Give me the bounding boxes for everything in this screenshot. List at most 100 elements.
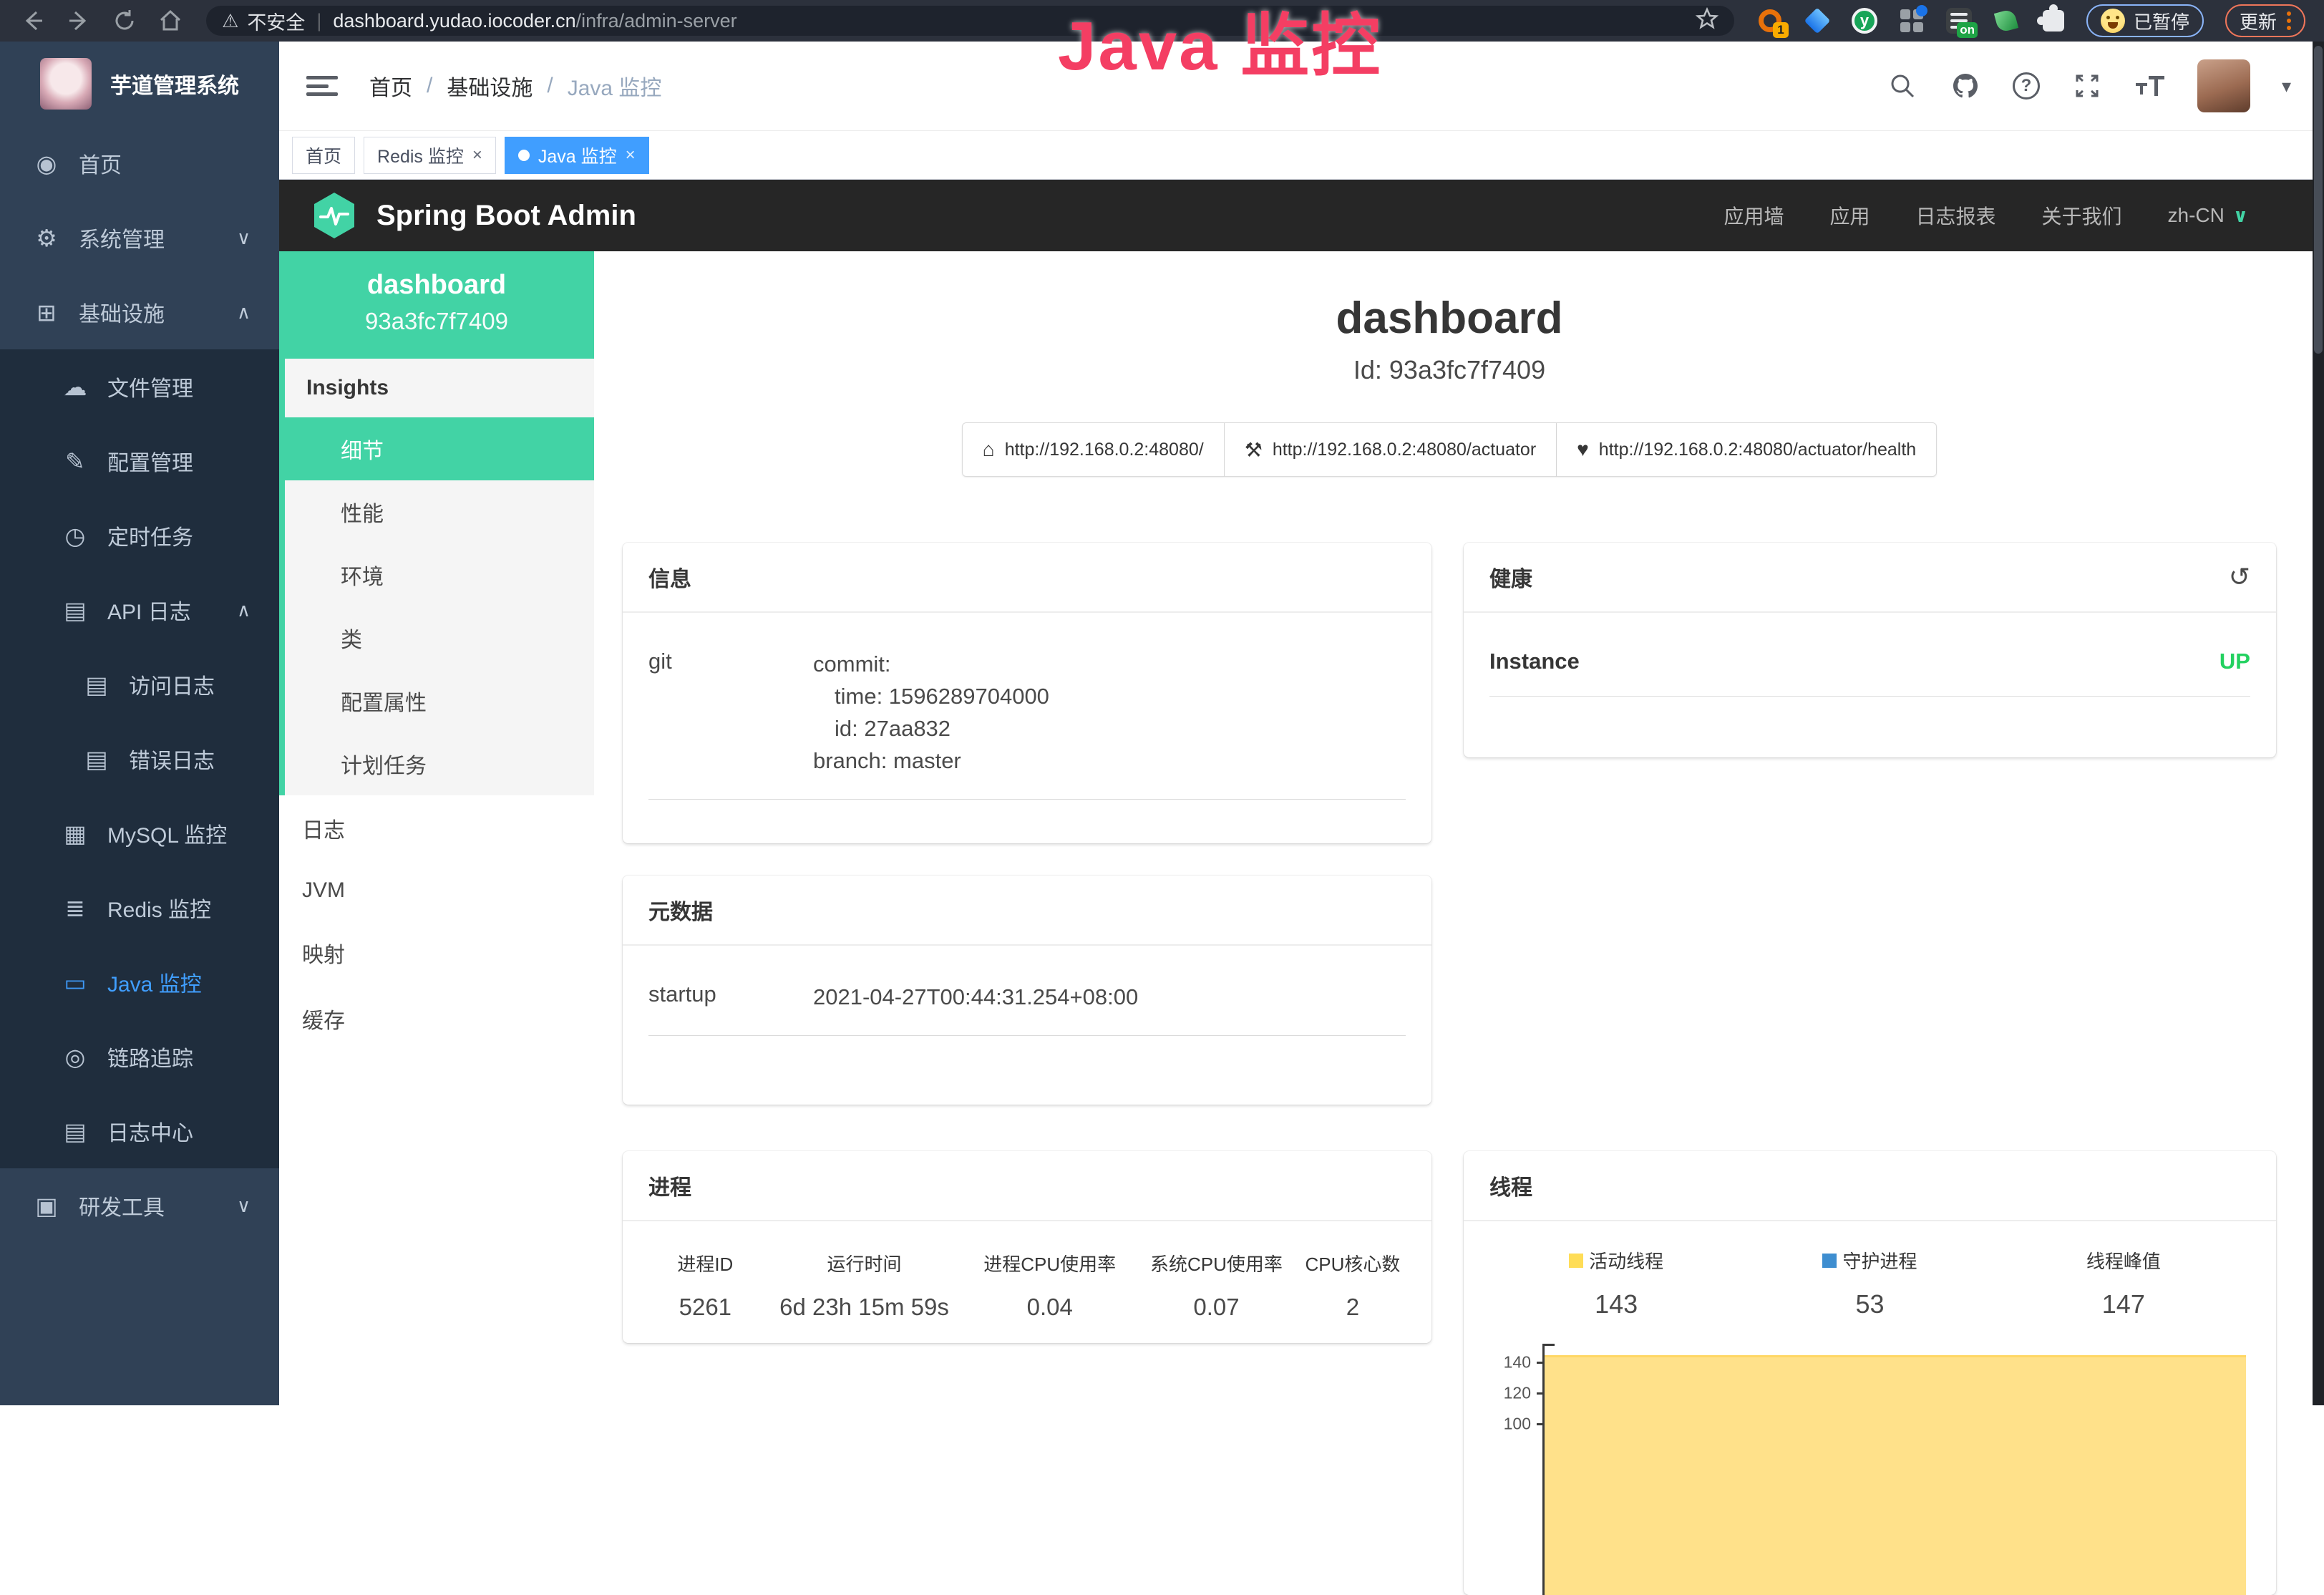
- scrollbar-thumb[interactable]: [2314, 46, 2323, 354]
- back-icon[interactable]: [19, 6, 47, 35]
- sidebar-item-file-management[interactable]: ☁ 文件管理: [0, 349, 279, 424]
- help-icon[interactable]: ?: [2013, 72, 2040, 100]
- reload-icon[interactable]: [110, 6, 139, 35]
- extension-leaf-icon[interactable]: [1992, 6, 2021, 35]
- paused-label: 已暂停: [2134, 8, 2189, 34]
- sba-item-scheduled[interactable]: 计划任务: [285, 732, 594, 795]
- sba-item-jvm[interactable]: JVM: [279, 861, 594, 920]
- close-icon[interactable]: ×: [472, 145, 482, 165]
- extension-gem-icon[interactable]: [1803, 6, 1832, 35]
- extension-list-icon[interactable]: on: [1945, 6, 1973, 35]
- sba-item-classes[interactable]: 类: [285, 606, 594, 669]
- font-size-icon[interactable]: [2134, 70, 2166, 102]
- tab-label: Java 监控: [538, 142, 617, 168]
- sba-item-metrics[interactable]: 性能: [285, 480, 594, 543]
- sidebar-item-scheduled-tasks[interactable]: ◷ 定时任务: [0, 498, 279, 573]
- close-icon[interactable]: ×: [626, 145, 636, 165]
- sidebar-item-error-logs[interactable]: ▤ 错误日志: [0, 722, 279, 796]
- main-column: 首页 / 基础设施 / Java 监控 ?: [279, 42, 2324, 1405]
- sidebar-item-access-logs[interactable]: ▤ 访问日志: [0, 647, 279, 722]
- fullscreen-icon[interactable]: [2071, 70, 2103, 102]
- sba-nav-about[interactable]: 关于我们: [2042, 201, 2122, 230]
- sba-language-select[interactable]: zh-CN ∨: [2168, 204, 2248, 227]
- sidebar-item-log-center[interactable]: ▤ 日志中心: [0, 1094, 279, 1168]
- col-header-process-cpu: 进程CPU使用率: [966, 1228, 1133, 1281]
- threads-legend: 活动线程 143 守护进程 53 线程峰值 147: [1489, 1247, 2250, 1319]
- extension-badge: 1: [1773, 22, 1789, 38]
- infrastructure-icon: ⊞: [30, 299, 63, 326]
- sidebar-item-system[interactable]: ⚙ 系统管理 ∨: [0, 200, 279, 275]
- info-card: 信息 git commit: time: 1596289704000 id: 2…: [623, 543, 1431, 843]
- sidebar-item-home[interactable]: ◉ 首页: [0, 126, 279, 200]
- sidebar-item-infrastructure[interactable]: ⊞ 基础设施 ∧: [0, 275, 279, 349]
- database-icon: ▦: [59, 820, 92, 848]
- extension-y-icon[interactable]: y: [1850, 6, 1879, 35]
- sidebar-item-config-management[interactable]: ✎ 配置管理: [0, 424, 279, 498]
- sba-item-mappings[interactable]: 映射: [279, 920, 594, 986]
- breadcrumb-infrastructure[interactable]: 基础设施: [447, 70, 533, 102]
- sidebar-item-dev-tools[interactable]: ▣ 研发工具 ∨: [0, 1168, 279, 1243]
- bookmark-star-icon[interactable]: [1696, 7, 1718, 35]
- url-bar[interactable]: ⚠ 不安全 | dashboard.yudao.iocoder.cn /infr…: [206, 6, 1734, 36]
- breadcrumb-home[interactable]: 首页: [369, 70, 412, 102]
- health-card: 健康 ↺ Instance UP: [1464, 543, 2276, 757]
- tab-redis-monitor[interactable]: Redis 监控 ×: [364, 137, 496, 174]
- wrench-icon: ⚒: [1245, 438, 1263, 462]
- sba-item-environment[interactable]: 环境: [285, 543, 594, 606]
- sba-item-caches[interactable]: 缓存: [279, 986, 594, 1052]
- sba-item-config-props[interactable]: 配置属性: [285, 669, 594, 732]
- home-icon[interactable]: [156, 6, 185, 35]
- metadata-value: 2021-04-27T00:44:31.254+08:00: [813, 981, 1406, 1014]
- header-actions: ? ▾: [1887, 59, 2291, 112]
- home-icon: ⌂: [983, 438, 995, 461]
- paused-extension-button[interactable]: 已暂停: [2086, 4, 2204, 37]
- browser-menu-icon[interactable]: [2287, 11, 2291, 30]
- page-scrollbar[interactable]: [2313, 42, 2324, 1405]
- sidebar-item-tracing[interactable]: ◎ 链路追踪: [0, 1019, 279, 1094]
- extension-puzzle-icon[interactable]: [2039, 6, 2068, 35]
- forward-icon[interactable]: [64, 6, 93, 35]
- sba-item-logs[interactable]: 日志: [279, 795, 594, 861]
- process-card: 进程 进程ID 运行时间 进程CPU使用率 系统CPU使用率 CPU核心数: [623, 1151, 1431, 1343]
- url-host: dashboard.yudao.iocoder.cn: [333, 10, 575, 32]
- service-url: http://192.168.0.2:48080/: [1005, 440, 1204, 460]
- gauge-icon: ◉: [30, 150, 63, 178]
- github-icon[interactable]: [1950, 70, 1981, 102]
- app-logo-row[interactable]: 芋道管理系统: [0, 42, 279, 126]
- search-icon[interactable]: [1887, 70, 1918, 102]
- actuator-url: http://192.168.0.2:48080/actuator: [1273, 440, 1536, 460]
- sba-nav-wall[interactable]: 应用墙: [1723, 201, 1784, 230]
- legend-peak-threads: 线程峰值 147: [1997, 1247, 2250, 1319]
- sba-instance-header[interactable]: dashboard 93a3fc7f7409: [279, 251, 594, 359]
- actuator-url-button[interactable]: ⚒ http://192.168.0.2:48080/actuator: [1225, 422, 1557, 477]
- legend-daemon-threads: 守护进程 53: [1743, 1247, 1996, 1319]
- sba-item-details[interactable]: 细节: [279, 417, 594, 480]
- sidebar-item-label: MySQL 监控: [107, 818, 227, 849]
- health-url-button[interactable]: ♥ http://192.168.0.2:48080/actuator/heal…: [1557, 422, 1937, 477]
- security-label[interactable]: 不安全: [247, 7, 305, 35]
- sidebar-item-mysql-monitor[interactable]: ▦ MySQL 监控: [0, 796, 279, 871]
- user-avatar[interactable]: [2197, 59, 2250, 112]
- user-menu-caret-icon[interactable]: ▾: [2282, 75, 2291, 97]
- breadcrumb-current: Java 监控: [568, 70, 662, 102]
- tab-home[interactable]: 首页: [292, 137, 355, 174]
- sidebar-item-label: 配置管理: [107, 445, 193, 477]
- instance-id-line: Id: 93a3fc7f7409: [623, 355, 2276, 385]
- sba-nav-journal[interactable]: 日志报表: [1916, 201, 1996, 230]
- sidebar-item-redis-monitor[interactable]: ≣ Redis 监控: [0, 871, 279, 945]
- extension-orange-icon[interactable]: 1: [1756, 6, 1784, 35]
- monitor-icon: ▭: [59, 969, 92, 997]
- uptime-value: 6d 23h 15m 59s: [762, 1281, 967, 1342]
- sidebar-item-java-monitor[interactable]: ▭ Java 监控: [0, 945, 279, 1019]
- sba-nav-applications[interactable]: 应用: [1829, 201, 1870, 230]
- service-url-button[interactable]: ⌂ http://192.168.0.2:48080/: [962, 422, 1225, 477]
- breadcrumb-separator: /: [427, 74, 432, 98]
- browser-update-button[interactable]: 更新: [2225, 4, 2305, 37]
- sidebar-item-api-logs[interactable]: ▤ API 日志 ∧: [0, 573, 279, 647]
- history-icon[interactable]: ↺: [2229, 562, 2250, 592]
- sba-brand-title[interactable]: Spring Boot Admin: [376, 200, 636, 232]
- gear-icon: ⚙: [30, 224, 63, 252]
- sidebar-toggle-icon[interactable]: [306, 72, 338, 100]
- extension-grid-icon[interactable]: [1897, 6, 1926, 35]
- tab-java-monitor[interactable]: Java 监控 ×: [505, 137, 649, 174]
